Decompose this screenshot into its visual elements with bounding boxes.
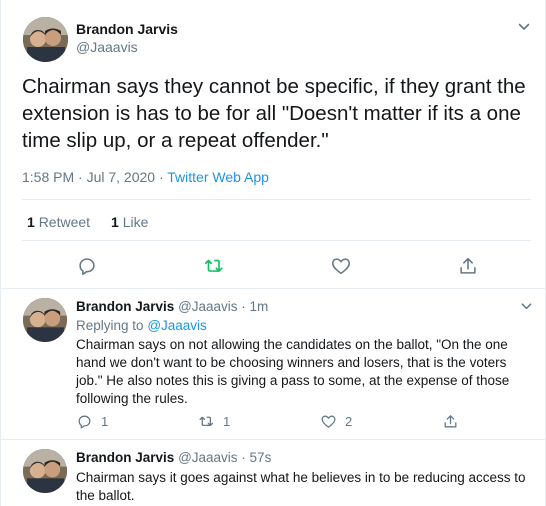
- chevron-down-icon[interactable]: [517, 20, 531, 34]
- retweet-count: 1: [27, 214, 35, 230]
- tweet-meta: 1:58 PM · Jul 7, 2020 · Twitter Web App: [22, 169, 269, 185]
- meta-separator: ·: [237, 450, 250, 465]
- like-label: Like: [122, 214, 149, 230]
- retweet-icon: [199, 416, 214, 426]
- reply-tweet[interactable]: Brandon Jarvis @Jaaavis · 1m Replying to…: [1, 290, 546, 440]
- like-action[interactable]: 2: [320, 412, 352, 430]
- divider: [22, 199, 531, 200]
- like-icon: [321, 415, 336, 428]
- like-icon[interactable]: [330, 255, 352, 277]
- reply-action[interactable]: 1: [76, 412, 108, 430]
- main-tweet: Brandon Jarvis @Jaaavis Chairman says th…: [1, 0, 546, 289]
- like-stat[interactable]: 1 Like: [111, 214, 148, 230]
- author-name[interactable]: Brandon Jarvis: [76, 299, 174, 314]
- tweet-stats: 1 Retweet 1 Like: [27, 214, 148, 230]
- tweet-source[interactable]: Twitter Web App: [167, 169, 269, 185]
- reply-text: Chairman says on not allowing the candid…: [76, 337, 510, 406]
- retweet-label: Retweet: [38, 214, 91, 230]
- meta-separator: ·: [237, 299, 250, 314]
- tweet-text: Chairman says they cannot be specific, i…: [22, 75, 526, 152]
- retweet-stat[interactable]: 1 Retweet: [27, 214, 90, 230]
- tweet-thread: Brandon Jarvis @Jaaavis Chairman says th…: [0, 0, 546, 506]
- retweet-action[interactable]: 1: [198, 412, 230, 430]
- avatar[interactable]: [23, 17, 68, 62]
- replying-to: Replying to @Jaaavis: [76, 318, 207, 333]
- share-icon[interactable]: [457, 255, 479, 277]
- author-handle[interactable]: @Jaaavis: [178, 299, 237, 314]
- reply-icon[interactable]: [76, 255, 98, 277]
- meta-separator: ·: [155, 169, 168, 185]
- share-action[interactable]: [442, 412, 467, 430]
- reply-age[interactable]: 1m: [250, 299, 269, 314]
- chevron-down-icon[interactable]: [520, 300, 533, 313]
- reply-icon: [78, 415, 91, 429]
- author-handle[interactable]: @Jaaavis: [178, 450, 237, 465]
- avatar[interactable]: [23, 298, 67, 342]
- like-count: 2: [345, 413, 353, 429]
- retweet-count: 1: [223, 413, 231, 429]
- like-count: 1: [111, 214, 119, 230]
- reply-age[interactable]: 57s: [250, 450, 272, 465]
- author-name[interactable]: Brandon Jarvis: [76, 450, 174, 465]
- divider: [22, 240, 531, 241]
- reply-header: Brandon Jarvis @Jaaavis · 57s: [76, 450, 271, 465]
- reply-tweet[interactable]: Brandon Jarvis @Jaaavis · 57s Chairman s…: [1, 441, 546, 506]
- author-name[interactable]: Brandon Jarvis: [76, 21, 178, 37]
- avatar[interactable]: [23, 449, 67, 493]
- replying-to-handle[interactable]: @Jaaavis: [147, 318, 206, 333]
- reply-text: Chairman says it goes against what he be…: [76, 470, 526, 503]
- share-icon: [444, 414, 457, 427]
- reply-header: Brandon Jarvis @Jaaavis · 1m: [76, 299, 268, 314]
- tweet-timestamp[interactable]: 1:58 PM · Jul 7, 2020: [22, 169, 155, 185]
- reply-count: 1: [101, 413, 109, 429]
- author-handle[interactable]: @Jaaavis: [76, 39, 138, 55]
- retweet-icon[interactable]: [203, 255, 225, 277]
- replying-to-label: Replying to: [76, 318, 144, 333]
